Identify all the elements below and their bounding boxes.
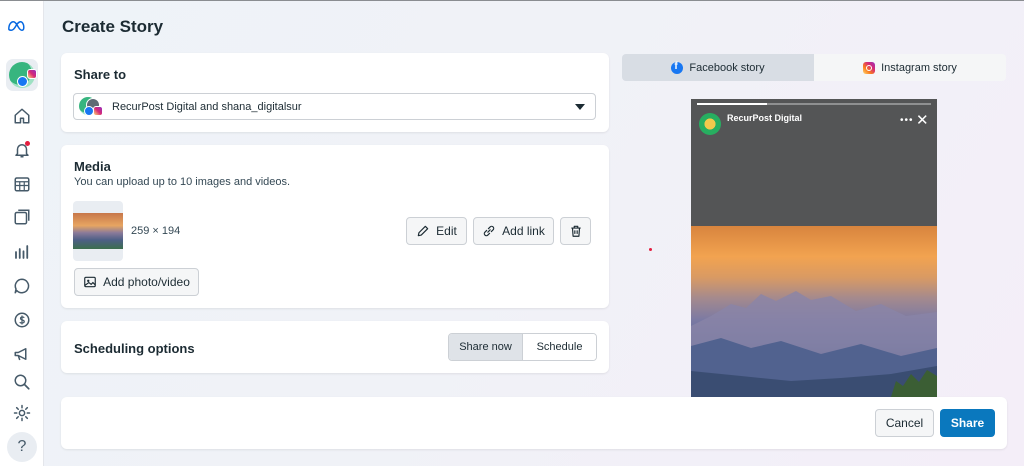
edit-button[interactable]: Edit xyxy=(406,217,467,245)
close-icon[interactable]: ✕ xyxy=(916,111,929,129)
nav-inbox[interactable] xyxy=(8,272,36,300)
add-photo-video-label: Add photo/video xyxy=(103,275,190,289)
nav-search[interactable] xyxy=(8,368,36,396)
tab-instagram-label: Instagram story xyxy=(881,61,957,74)
preview-tabs: Facebook story Instagram story xyxy=(622,54,1006,81)
search-icon xyxy=(14,374,30,390)
nav-monetization[interactable] xyxy=(8,306,36,334)
edit-label: Edit xyxy=(436,224,457,238)
nav-insights[interactable] xyxy=(8,238,36,266)
help-button[interactable]: ? xyxy=(7,432,37,462)
instagram-icon xyxy=(93,106,103,116)
action-bar: Cancel Share xyxy=(61,397,1007,449)
nav-home[interactable] xyxy=(8,102,36,130)
share-now-option[interactable]: Share now xyxy=(449,334,522,360)
pencil-icon xyxy=(417,225,429,237)
tab-instagram-story[interactable]: Instagram story xyxy=(814,54,1006,81)
story-avatar xyxy=(699,113,721,135)
top-border xyxy=(0,0,1024,1)
page-title: Create Story xyxy=(62,17,164,36)
selected-accounts-text: RecurPost Digital and shana_digitalsur xyxy=(112,101,302,113)
media-dimensions: 259 × 194 xyxy=(131,225,181,237)
chevron-down-icon xyxy=(575,104,585,110)
nav-content[interactable] xyxy=(8,203,36,231)
cursor-marker xyxy=(649,248,652,251)
share-to-card: Share to RecurPost Digital and shana_dig… xyxy=(61,53,609,132)
add-link-label: Add link xyxy=(502,224,545,238)
delete-button[interactable] xyxy=(560,217,591,245)
story-account-name: RecurPost Digital xyxy=(727,113,803,123)
facebook-badge-icon xyxy=(17,76,28,87)
story-preview: RecurPost Digital ••• ✕ xyxy=(691,99,937,397)
content-icon xyxy=(14,209,30,225)
instagram-icon xyxy=(863,61,876,74)
add-link-button[interactable]: Add link xyxy=(473,217,554,245)
meta-logo-icon[interactable] xyxy=(7,17,25,35)
tab-facebook-story[interactable]: Facebook story xyxy=(622,54,814,81)
facebook-icon xyxy=(671,61,684,74)
insights-icon xyxy=(15,245,29,259)
more-options-icon[interactable]: ••• xyxy=(900,115,914,126)
monetization-icon xyxy=(14,312,30,328)
media-thumbnail[interactable] xyxy=(73,201,123,261)
trash-icon xyxy=(570,225,581,237)
schedule-option[interactable]: Schedule xyxy=(522,334,596,360)
nav-settings[interactable] xyxy=(8,399,36,427)
help-icon: ? xyxy=(17,438,27,455)
scheduling-title: Scheduling options xyxy=(74,341,195,356)
nav-ads[interactable] xyxy=(8,340,36,368)
story-progress-bar xyxy=(697,103,931,105)
media-title: Media xyxy=(74,159,111,174)
sidebar: ? xyxy=(0,1,44,466)
add-photo-video-button[interactable]: Add photo/video xyxy=(74,268,199,296)
account-avatar[interactable] xyxy=(6,59,38,91)
settings-icon xyxy=(13,404,31,422)
media-subtitle: You can upload up to 10 images and video… xyxy=(74,176,291,188)
scheduling-toggle: Share now Schedule xyxy=(448,333,597,361)
cancel-button[interactable]: Cancel xyxy=(875,409,934,437)
scheduling-card: Scheduling options Share now Schedule xyxy=(61,321,609,373)
tab-facebook-label: Facebook story xyxy=(689,61,765,74)
story-image xyxy=(691,226,937,397)
link-icon xyxy=(483,225,495,237)
notification-dot xyxy=(25,141,30,146)
nav-notifications[interactable] xyxy=(8,136,36,164)
inbox-icon xyxy=(14,278,30,294)
share-to-title: Share to xyxy=(74,67,127,82)
account-select[interactable]: RecurPost Digital and shana_digitalsur xyxy=(73,93,596,120)
photo-icon xyxy=(84,276,96,288)
mountain-graphic xyxy=(691,291,937,397)
nav-planner[interactable] xyxy=(8,170,36,198)
instagram-badge-icon xyxy=(27,69,37,79)
ads-icon xyxy=(14,348,27,361)
media-card: Media You can upload up to 10 images and… xyxy=(61,145,609,308)
media-image xyxy=(73,213,123,249)
home-icon xyxy=(14,108,30,124)
planner-icon xyxy=(14,177,30,192)
share-button[interactable]: Share xyxy=(940,409,995,437)
